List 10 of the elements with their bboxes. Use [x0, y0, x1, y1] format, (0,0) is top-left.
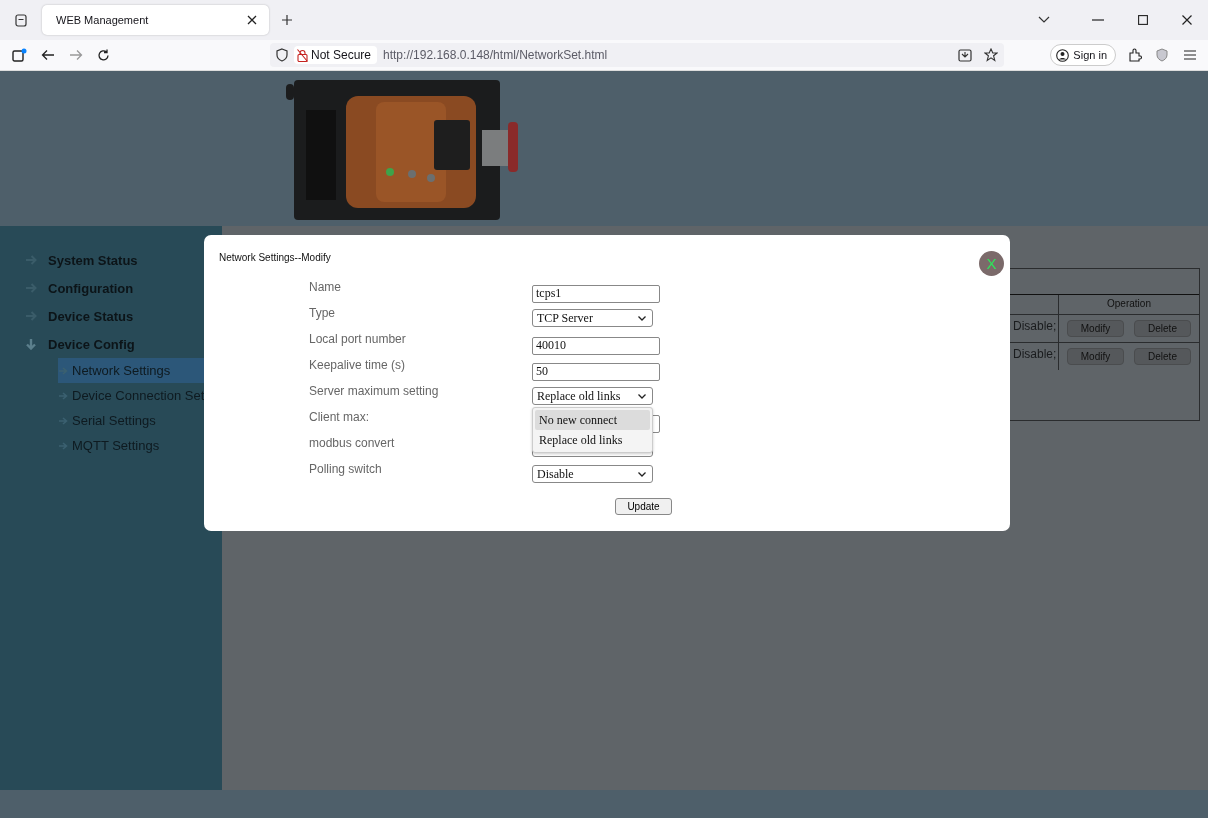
table-header-cell-text: Operation [1106, 297, 1152, 311]
dialog-title: Network Settings--Modify [219, 252, 331, 263]
field-label: modbus convert [309, 435, 396, 452]
field-label: Type [309, 305, 336, 322]
field-label: Keepalive time (s) [309, 357, 407, 374]
field-label: Client max: [309, 409, 371, 426]
field-label: Server maximum setting [309, 383, 440, 400]
field-label: Local port number [309, 331, 407, 348]
field-label: Polling switch [309, 461, 383, 478]
field-label: Name [309, 279, 342, 296]
